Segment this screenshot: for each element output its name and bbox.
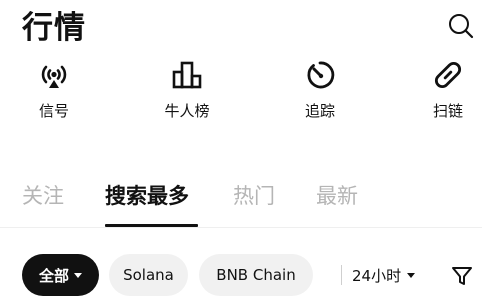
market-tabs: 关注 搜索最多 热门 最新: [0, 178, 482, 227]
caret-down-icon: [407, 272, 416, 278]
search-button[interactable]: [444, 9, 478, 43]
tab-newest[interactable]: 最新: [316, 181, 358, 211]
chip-label: 全部: [38, 266, 69, 285]
shortcut-label: 追踪: [304, 102, 335, 120]
filter-separator: [341, 265, 342, 285]
chip-label: Solana: [123, 266, 174, 284]
search-icon: [449, 14, 474, 39]
shortcut-tracking[interactable]: 追踪: [280, 58, 360, 130]
tab-trending[interactable]: 热门: [233, 181, 275, 211]
leaderboard-icon: [172, 61, 202, 89]
tab-watchlist[interactable]: 关注: [22, 181, 64, 211]
shortcut-label: 牛人榜: [164, 102, 210, 120]
chip-label: BNB Chain: [216, 266, 296, 284]
page-title: 行情: [22, 10, 86, 46]
chip-solana[interactable]: Solana: [109, 254, 188, 296]
time-range-label: 24小时: [352, 266, 402, 285]
tab-most-searched[interactable]: 搜索最多: [105, 181, 189, 211]
shortcut-label: 信号: [38, 102, 69, 120]
shortcut-signal[interactable]: 信号: [14, 58, 94, 130]
shortcut-leaderboard[interactable]: 牛人榜: [147, 58, 227, 130]
filter-button[interactable]: [448, 262, 476, 290]
signal-broadcast-icon: [41, 65, 67, 88]
filter-bar: 全部 Solana BNB Chain 24小时: [0, 254, 482, 296]
chip-bnb-chain[interactable]: BNB Chain: [199, 254, 313, 296]
shortcut-chain-scan[interactable]: 扫链: [408, 58, 482, 130]
tracking-icon: [307, 61, 335, 89]
chain-link-icon: [434, 61, 462, 89]
tabs-divider: [0, 227, 482, 228]
time-range-select[interactable]: 24小时: [352, 254, 416, 296]
caret-down-icon: [74, 272, 82, 278]
filter-icon: [452, 267, 472, 285]
chip-all[interactable]: 全部: [22, 254, 99, 296]
shortcut-label: 扫链: [432, 102, 463, 120]
shortcut-bar: 信号 牛人榜 追踪 扫链: [0, 58, 482, 138]
